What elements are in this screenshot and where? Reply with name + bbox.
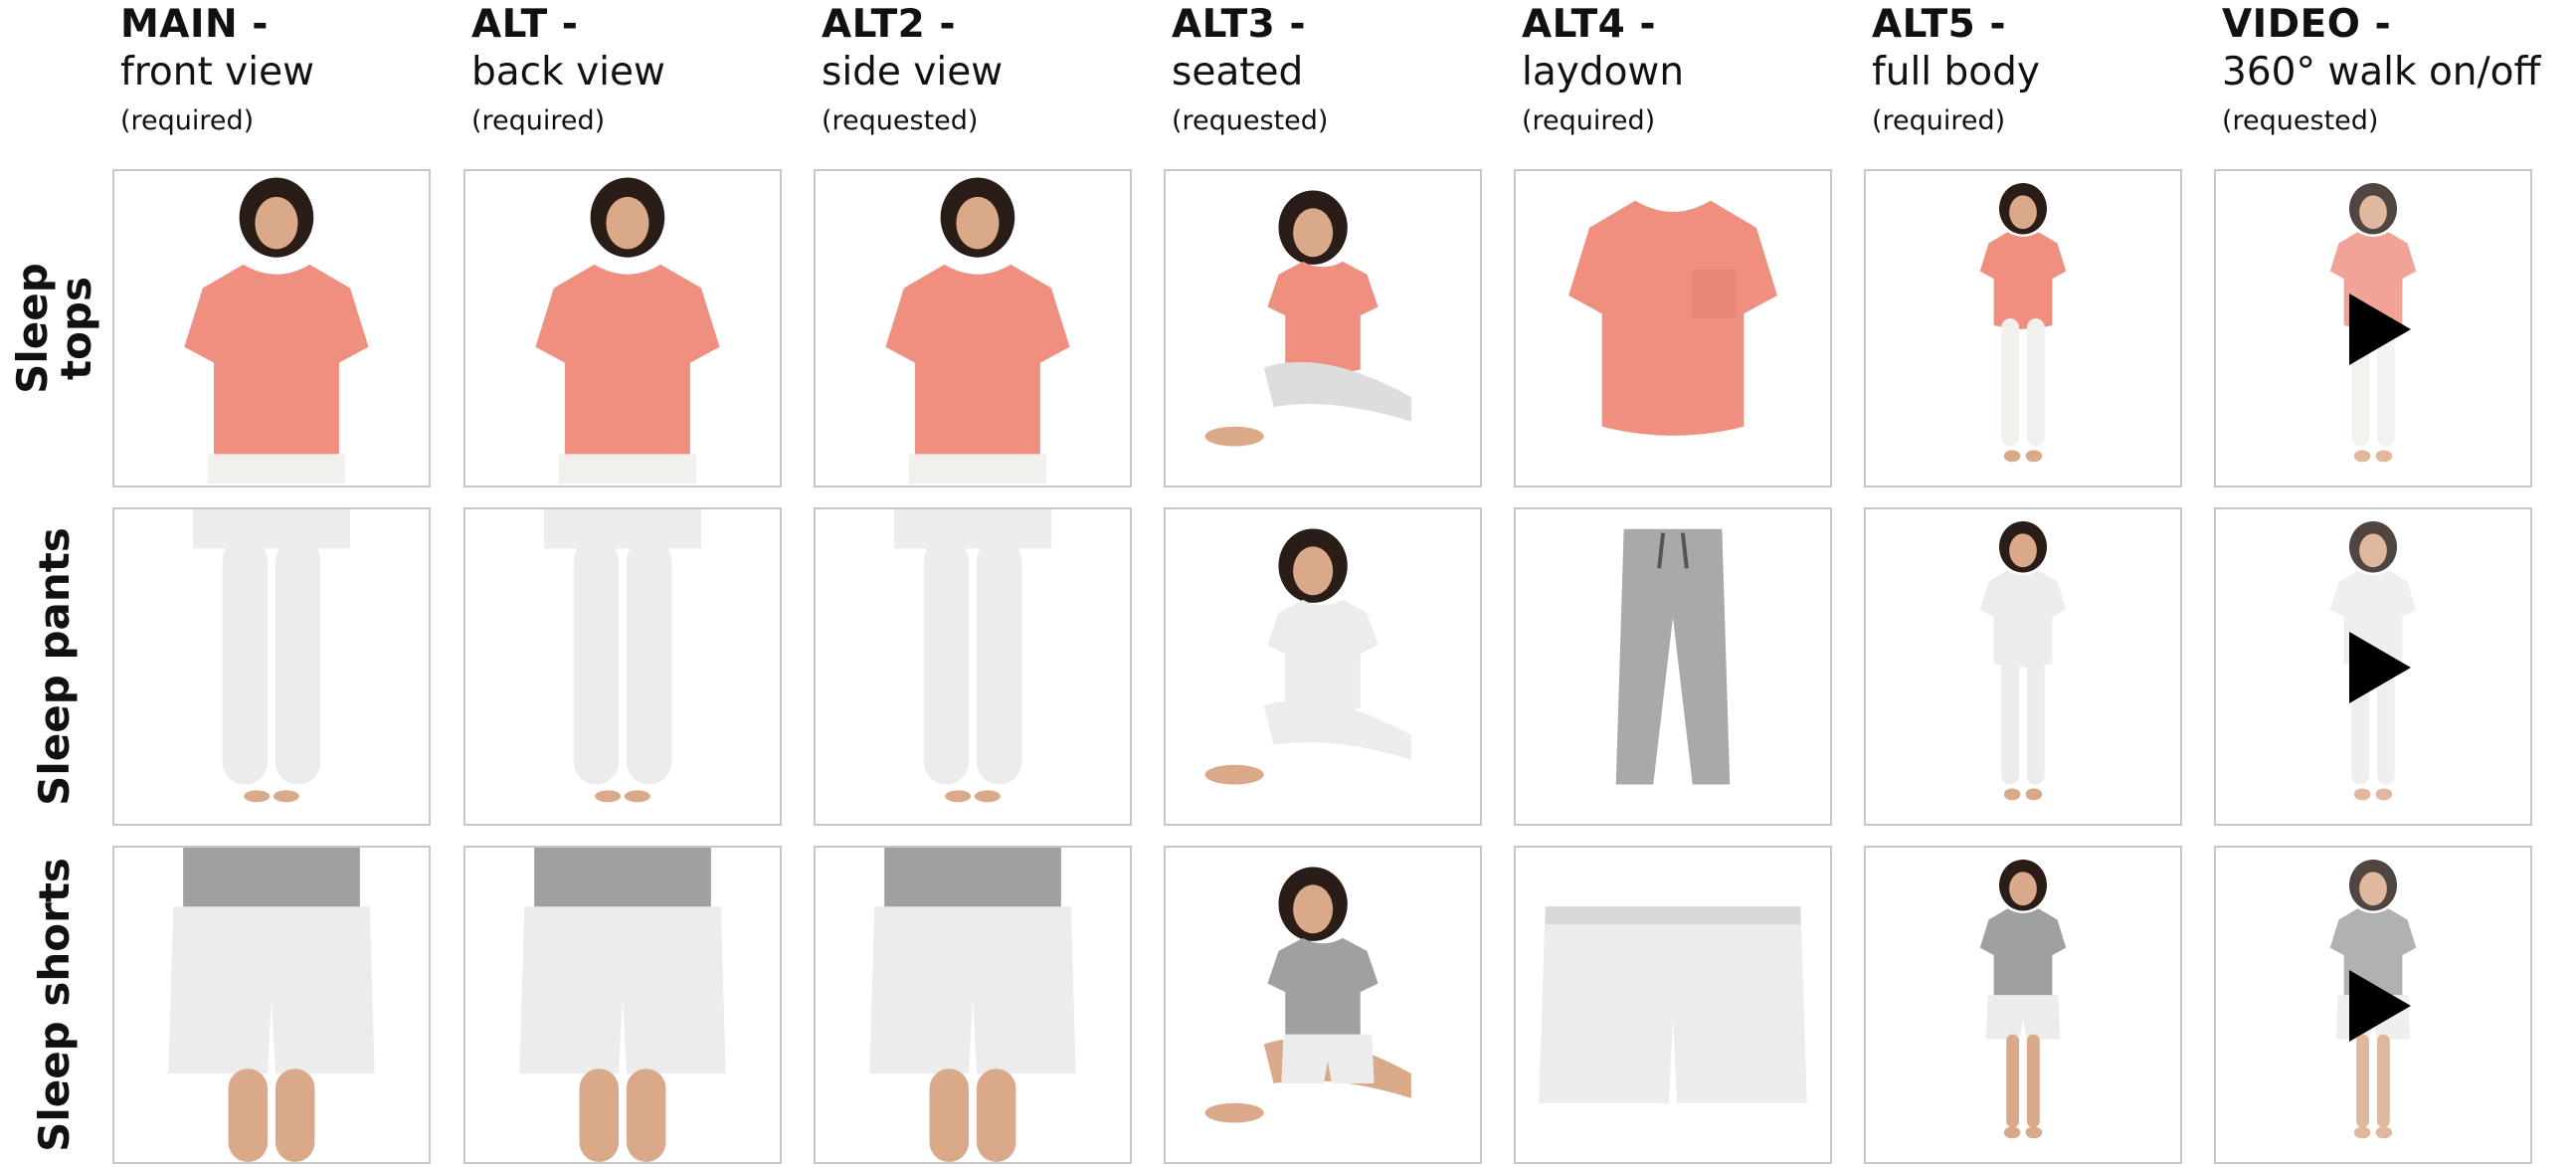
product-photo (894, 509, 1051, 803)
photo-grey-joggers-2 (814, 507, 1132, 826)
photo-grey-joggers-0 (112, 507, 431, 826)
play-icon[interactable] (2349, 632, 2411, 703)
product-photo (535, 177, 720, 485)
column-title: VIDEO - (2222, 2, 2392, 47)
product-photo (1979, 182, 2067, 463)
column-requirement: (required) (1872, 105, 2006, 136)
product-photo (544, 509, 701, 803)
row-label-line: tops (52, 277, 100, 380)
column-title: ALT4 - (1522, 2, 1657, 47)
product-photo (1979, 859, 2067, 1139)
column-title: ALT3 - (1172, 2, 1307, 47)
photo-grey-joggers-5 (1864, 507, 2182, 826)
column-title: ALT - (471, 2, 579, 47)
photo-pink-tee-4 (1514, 169, 1832, 487)
photo-grey-shorts-1 (463, 846, 782, 1164)
column-requirement: (requested) (1172, 105, 1329, 136)
product-photo (519, 848, 726, 1162)
photo-grey-joggers-3 (1164, 507, 1482, 826)
product-photo (168, 848, 375, 1162)
column-subtitle: side view (822, 50, 1004, 95)
photo-pink-tee-1 (463, 169, 782, 487)
product-photo (1204, 190, 1411, 447)
row-label-1: Sleep pants (0, 507, 109, 826)
column-subtitle: laydown (1522, 50, 1685, 95)
photo-grey-shorts-5 (1864, 846, 2182, 1164)
product-photo (1615, 528, 1731, 785)
product-photo (184, 177, 369, 485)
photo-grey-joggers-4 (1514, 507, 1832, 826)
row-label-line: Sleep (8, 263, 57, 394)
product-photo (1204, 528, 1411, 785)
product-photo (1204, 867, 1411, 1123)
column-requirement: (requested) (2222, 105, 2379, 136)
photo-grey-shorts-4 (1514, 846, 1832, 1164)
column-title: ALT2 - (822, 2, 957, 47)
row-label-0: Sleep tops (0, 169, 109, 487)
play-icon[interactable] (2349, 293, 2411, 365)
column-subtitle: front view (120, 50, 314, 95)
photo-grey-shorts-3 (1164, 846, 1482, 1164)
row-label-2: Sleep shorts (0, 846, 109, 1164)
photo-pink-tee-3 (1164, 169, 1482, 487)
product-photo (1539, 906, 1807, 1103)
photo-grey-joggers-1 (463, 507, 782, 826)
product-photo (869, 848, 1076, 1162)
product-photo (193, 509, 350, 803)
row-label-line: Sleep shorts (30, 858, 80, 1152)
photo-grey-shorts-6[interactable] (2214, 846, 2532, 1164)
column-subtitle: 360° walk on/off (2222, 50, 2541, 95)
column-title: ALT5 - (1872, 2, 2007, 47)
column-subtitle: back view (471, 50, 665, 95)
column-requirement: (required) (1522, 105, 1656, 136)
photo-pink-tee-6[interactable] (2214, 169, 2532, 487)
photo-pink-tee-5 (1864, 169, 2182, 487)
product-photo (1568, 200, 1777, 436)
photo-grey-shorts-2 (814, 846, 1132, 1164)
row-label-line: Sleep pants (30, 527, 79, 806)
photo-grey-shorts-0 (112, 846, 431, 1164)
photo-pink-tee-2 (814, 169, 1132, 487)
column-subtitle: seated (1172, 50, 1304, 95)
column-title: MAIN - (120, 2, 269, 47)
column-requirement: (required) (120, 105, 255, 136)
photo-pink-tee-0 (112, 169, 431, 487)
column-subtitle: full body (1872, 50, 2040, 95)
photo-grey-joggers-6[interactable] (2214, 507, 2532, 826)
column-requirement: (required) (471, 105, 606, 136)
product-photo (885, 177, 1070, 485)
column-requirement: (requested) (822, 105, 979, 136)
product-photo (1979, 520, 2067, 801)
play-icon[interactable] (2349, 970, 2411, 1042)
